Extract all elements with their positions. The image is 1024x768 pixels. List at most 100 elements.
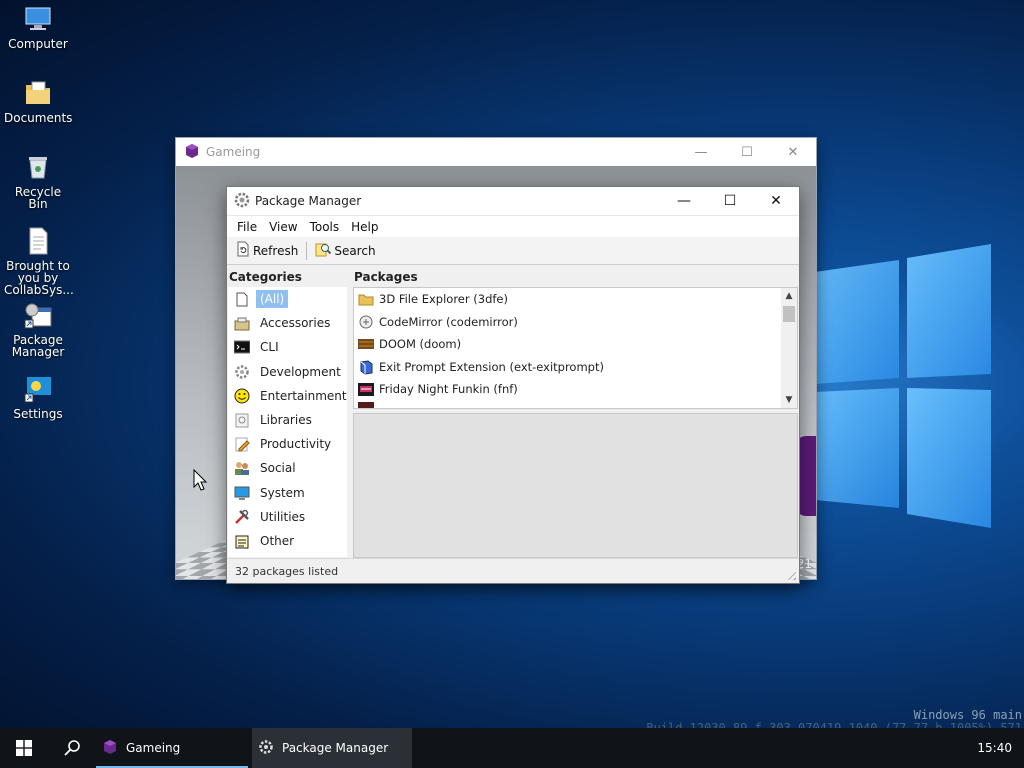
package-label: Friday Night Funkin (fnf) [379, 382, 518, 397]
package-label: CodeMirror (codemirror) [379, 314, 518, 329]
taskbar-item-label: Gameing [126, 741, 181, 755]
codemirror-icon [358, 314, 374, 330]
category-label: Social [260, 461, 296, 476]
category-label: Productivity [260, 437, 332, 452]
category-productivity[interactable]: Productivity [228, 432, 347, 456]
package-item[interactable]: DOOM (doom) [354, 333, 797, 356]
desktop-icon-label: Documents [4, 111, 73, 125]
desktop-icon-documents[interactable]: Documents [4, 78, 72, 124]
package-item[interactable]: Exit Prompt Extension (ext-exitprompt) [354, 356, 797, 379]
category-label: Accessories [260, 316, 331, 331]
category-development[interactable]: Development [228, 360, 347, 384]
category-label: CLI [260, 340, 279, 355]
accessories-icon [234, 315, 250, 331]
tools-icon [234, 509, 250, 525]
package-item[interactable]: Friday Night Funkin (fnf) [354, 378, 797, 401]
monitor-icon [234, 485, 250, 501]
desktop-icon-recycle-bin[interactable]: Recycle Bin [4, 152, 72, 210]
taskbar-item-package-manager[interactable]: Package Manager [252, 728, 412, 768]
category-cli[interactable]: CLI [228, 335, 347, 359]
maximize-button[interactable]: ☐ [707, 187, 753, 215]
desktop-icon-computer[interactable]: Computer [4, 4, 72, 50]
categories-list: (All) Accessories CLI Development Entert… [228, 287, 347, 557]
packages-scrollbar[interactable]: ▲ ▼ [781, 288, 797, 408]
all-icon [234, 291, 250, 307]
taskbar: Gameing Package Manager 15:40 [0, 728, 1024, 768]
menu-bar: File View Tools Help [227, 215, 799, 237]
category-utilities[interactable]: Utilities [228, 505, 347, 529]
package-manager-app-icon [234, 192, 250, 211]
minimize-button[interactable]: — [678, 138, 724, 166]
package-label: 3D File Explorer (3dfe) [379, 292, 508, 307]
packages-list[interactable]: 3D File Explorer (3dfe) CodeMirror (code… [353, 287, 798, 409]
refresh-icon [236, 241, 250, 260]
gameing-titlebar[interactable]: Gameing — ☐ ✕ [176, 138, 816, 166]
category-other[interactable]: Other [228, 529, 347, 553]
menu-help[interactable]: Help [345, 220, 384, 234]
category-label: System [260, 485, 305, 500]
taskbar-clock[interactable]: 15:40 [977, 728, 1012, 768]
menu-file[interactable]: File [231, 220, 263, 234]
category-entertainment[interactable]: Entertainment [228, 384, 347, 408]
search-button[interactable]: Search [311, 241, 379, 260]
search-icon [315, 241, 332, 260]
taskbar-item-gameing[interactable]: Gameing [96, 728, 248, 768]
category-label: Libraries [260, 413, 312, 428]
maximize-button[interactable]: ☐ [724, 138, 770, 166]
desktop-icon-label: Settings [13, 407, 63, 421]
close-button[interactable]: ✕ [753, 187, 799, 215]
package-label: DOOM (doom) [379, 337, 462, 352]
libraries-icon [234, 412, 250, 428]
packages-heading: Packages [354, 270, 418, 284]
package-manager-window[interactable]: Package Manager — ☐ ✕ File View Tools He… [226, 186, 800, 584]
package-item[interactable]: CodeMirror (codemirror) [354, 311, 797, 334]
scroll-up-icon[interactable]: ▲ [781, 288, 797, 304]
start-button[interactable] [0, 728, 48, 768]
category-all[interactable]: (All) [228, 287, 347, 311]
package-manager-titlebar[interactable]: Package Manager — ☐ ✕ [227, 187, 799, 215]
package-item[interactable]: 3D File Explorer (3dfe) [354, 288, 797, 311]
category-social[interactable]: Social [228, 456, 347, 480]
category-label: (All) [256, 290, 289, 309]
menu-view[interactable]: View [263, 220, 303, 234]
scroll-down-icon[interactable]: ▼ [781, 392, 797, 408]
category-system[interactable]: System [228, 481, 347, 505]
pencil-icon [234, 436, 250, 452]
extension-icon [358, 359, 374, 375]
category-accessories[interactable]: Accessories [228, 311, 347, 335]
desktop-icon-settings[interactable]: Settings [4, 374, 72, 420]
scroll-thumb[interactable] [783, 306, 795, 322]
desktop-icon-brought-to-you[interactable]: Brought to you by CollabSys... [4, 226, 74, 297]
desktop-icon-label: Computer [8, 37, 68, 51]
people-icon [234, 460, 250, 476]
refresh-label: Refresh [253, 243, 299, 258]
package-item-partial[interactable] [354, 401, 797, 408]
desktop-icon-label: Manager [11, 345, 65, 359]
mouse-cursor-icon [193, 469, 207, 491]
build-watermark: Windows 96 main [913, 708, 1022, 722]
recycle-bin-icon [23, 152, 53, 182]
package-manager-shortcut-icon [23, 300, 53, 330]
taskbar-search-button[interactable] [48, 728, 96, 768]
search-icon [64, 740, 80, 756]
terminal-icon [233, 339, 251, 355]
close-button[interactable]: ✕ [770, 138, 816, 166]
category-label: Utilities [260, 509, 306, 524]
package-manager-title: Package Manager [255, 194, 362, 208]
package-details-pane [353, 413, 798, 558]
desktop-icon-label: CollabSys... [4, 283, 74, 297]
search-label: Search [334, 243, 376, 258]
resize-grip-icon[interactable] [784, 568, 796, 580]
settings-shortcut-icon [23, 374, 53, 404]
folder-icon [358, 291, 374, 307]
menu-tools[interactable]: Tools [304, 220, 346, 234]
taskbar-item-label: Package Manager [282, 741, 389, 755]
desktop-icon-package-manager[interactable]: Package Manager [4, 300, 72, 358]
fnf-icon [358, 381, 374, 397]
development-icon [234, 364, 250, 380]
gameing-title: Gameing [206, 145, 261, 159]
status-text: 32 packages listed [235, 564, 339, 578]
category-libraries[interactable]: Libraries [228, 408, 347, 432]
refresh-button[interactable]: Refresh [232, 241, 302, 260]
minimize-button[interactable]: — [661, 187, 707, 215]
